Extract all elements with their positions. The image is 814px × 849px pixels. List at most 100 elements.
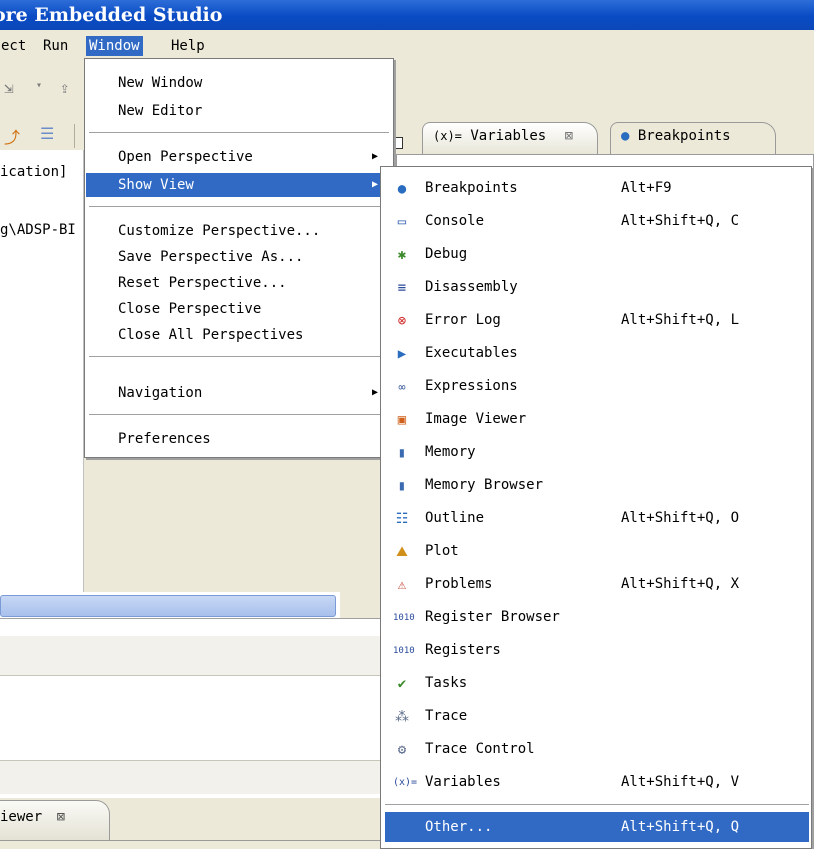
menu-item-label: Executables <box>425 345 518 361</box>
menu-item-label: Preferences <box>118 431 211 447</box>
window-title: ore Embedded Studio <box>0 4 223 26</box>
menu-item-label: Other... <box>425 819 493 835</box>
memory-icon: ▮ <box>397 445 407 461</box>
tab-variables[interactable]: (x)= Variables ⊠ <box>422 122 598 154</box>
menu-project[interactable]: ect <box>0 36 29 56</box>
menu-item-close-perspective[interactable]: Close Perspective <box>86 297 392 321</box>
registers-icon: 1010 <box>393 646 415 656</box>
menu-item-image-viewer[interactable]: ▣ Image Viewer <box>385 404 809 434</box>
submenu-arrow-icon: ▶ <box>371 387 378 398</box>
tab-breakpoints[interactable]: ● Breakpoints <box>610 122 776 154</box>
menu-item-plot[interactable]: ⛰ Plot <box>385 536 809 566</box>
menu-item-problems[interactable]: ⚠ Problems Alt+Shift+Q, X <box>385 569 809 599</box>
menu-item-memory[interactable]: ▮ Memory <box>385 437 809 467</box>
breakpoints-icon: ● <box>621 128 630 144</box>
menu-separator <box>89 206 389 207</box>
window-menu: New Window New Editor Open Perspective ▶ … <box>84 58 394 458</box>
menu-item-new-editor[interactable]: New Editor <box>86 99 392 123</box>
menu-item-label: Reset Perspective... <box>118 275 287 291</box>
submenu-arrow-icon: ▶ <box>371 179 378 190</box>
toolbar-second: ⤴ ☰ <box>0 122 84 150</box>
menu-item-label: Console <box>425 213 485 229</box>
menu-item-label: Breakpoints <box>425 180 518 196</box>
outline-icon: ☷ <box>395 511 409 527</box>
menu-item-outline[interactable]: ☷ Outline Alt+Shift+Q, O <box>385 503 809 533</box>
menu-item-label: Debug <box>425 246 468 262</box>
menu-item-label: Expressions <box>425 378 518 394</box>
menu-item-reset-perspective[interactable]: Reset Perspective... <box>86 271 392 295</box>
menu-item-trace[interactable]: ⁂ Trace <box>385 701 809 731</box>
menu-item-disassembly[interactable]: ≡ Disassembly <box>385 272 809 302</box>
menu-item-label: Registers <box>425 642 501 658</box>
menu-item-variables[interactable]: (x)= Variables Alt+Shift+Q, V <box>385 767 809 797</box>
menu-item-label: Navigation <box>118 385 203 401</box>
menu-item-label: Close All Perspectives <box>118 327 304 343</box>
bottom-pane-header <box>0 636 380 676</box>
trace-control-icon: ⚙ <box>397 742 407 758</box>
menu-separator <box>89 414 389 415</box>
menu-item-shortcut: Alt+Shift+Q, C <box>621 213 740 229</box>
menu-item-console[interactable]: ▭ Console Alt+Shift+Q, C <box>385 206 809 236</box>
tab-image-viewer[interactable]: iewer ⊠ <box>0 800 110 840</box>
menu-item-label: Variables <box>425 774 501 790</box>
menu-item-label: Error Log <box>425 312 501 328</box>
menu-item-error-log[interactable]: ⊗ Error Log Alt+Shift+Q, L <box>385 305 809 335</box>
menu-item-expressions[interactable]: ∞ Expressions <box>385 371 809 401</box>
tree-item-application[interactable]: ication] <box>0 164 67 180</box>
menu-help[interactable]: Help <box>168 36 208 56</box>
menu-item-tasks[interactable]: ✔ Tasks <box>385 668 809 698</box>
toolbar-separator <box>74 124 75 148</box>
menu-item-debug[interactable]: ✱ Debug <box>385 239 809 269</box>
tab-breakpoints-label: Breakpoints <box>637 128 731 144</box>
menu-item-memory-browser[interactable]: ▮ Memory Browser <box>385 470 809 500</box>
menu-item-shortcut: Alt+Shift+Q, X <box>621 576 740 592</box>
show-view-submenu: ● Breakpoints Alt+F9 ▭ Console Alt+Shift… <box>380 166 812 849</box>
menu-item-shortcut: Alt+Shift+Q, V <box>621 774 740 790</box>
menu-item-label: Show View <box>118 177 194 193</box>
menu-item-executables[interactable]: ▶ Executables <box>385 338 809 368</box>
bottom-pane-footer <box>0 760 380 794</box>
collapse-icon[interactable]: ☰ <box>40 124 54 143</box>
menu-item-shortcut: Alt+Shift+Q, O <box>621 510 740 526</box>
menu-item-label: New Editor <box>118 103 203 119</box>
project-explorer: ication] g\ADSP-BI <box>0 150 84 610</box>
close-icon[interactable]: ⊠ <box>565 128 573 144</box>
menu-item-preferences[interactable]: Preferences <box>86 427 392 451</box>
menu-item-label: Customize Perspective... <box>118 223 321 239</box>
link-icon[interactable]: ⤴ <box>4 124 20 148</box>
tree-item-path[interactable]: g\ADSP-BI <box>0 222 76 238</box>
toolbar-forward-icon[interactable]: ⇪ <box>60 78 70 97</box>
image-viewer-icon: ▣ <box>397 412 407 428</box>
menu-item-navigation[interactable]: Navigation ▶ <box>86 381 392 405</box>
register-browser-icon: 1010 <box>393 613 415 623</box>
menu-window[interactable]: Window <box>86 36 143 56</box>
menu-run[interactable]: Run <box>40 36 71 56</box>
menu-item-shortcut: Alt+F9 <box>621 180 672 196</box>
chevron-down-icon[interactable]: ▾ <box>36 80 42 91</box>
tab-label: iewer <box>0 809 43 825</box>
menu-item-customize-perspective[interactable]: Customize Perspective... <box>86 219 392 243</box>
menu-item-show-view[interactable]: Show View ▶ <box>86 173 392 197</box>
menu-item-label: Image Viewer <box>425 411 527 427</box>
menu-item-registers[interactable]: 1010 Registers <box>385 635 809 665</box>
menu-item-close-all-perspectives[interactable]: Close All Perspectives <box>86 323 392 347</box>
menu-item-label: Problems <box>425 576 493 592</box>
breakpoints-icon: ● <box>397 181 407 197</box>
horizontal-scrollbar[interactable] <box>0 595 336 617</box>
menu-item-register-browser[interactable]: 1010 Register Browser <box>385 602 809 632</box>
menu-item-save-perspective-as[interactable]: Save Perspective As... <box>86 245 392 269</box>
console-icon: ▭ <box>397 214 407 230</box>
menu-item-other[interactable]: Other... Alt+Shift+Q, Q <box>385 812 809 842</box>
problems-icon: ⚠ <box>397 577 407 593</box>
menu-item-new-window[interactable]: New Window <box>86 71 392 95</box>
menu-item-open-perspective[interactable]: Open Perspective ▶ <box>86 145 392 169</box>
menu-item-trace-control[interactable]: ⚙ Trace Control <box>385 734 809 764</box>
close-icon[interactable]: ⊠ <box>57 809 65 825</box>
menu-bar: ect Run Window Help <box>0 33 814 59</box>
expressions-icon: ∞ <box>398 380 406 394</box>
plot-icon: ⛰ <box>396 544 408 560</box>
menu-item-breakpoints[interactable]: ● Breakpoints Alt+F9 <box>385 173 809 203</box>
menu-separator <box>89 356 389 357</box>
toolbar-back-icon[interactable]: ⇲ <box>4 78 14 97</box>
trace-icon: ⁂ <box>395 709 409 725</box>
